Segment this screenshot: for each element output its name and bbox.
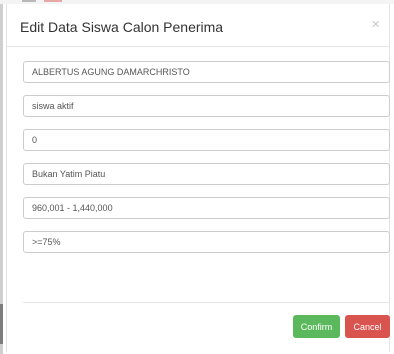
edit-modal: Edit Data Siswa Calon Penerima × Confirm… <box>6 4 390 352</box>
modal-title: Edit Data Siswa Calon Penerima <box>20 19 224 35</box>
close-icon[interactable]: × <box>371 17 380 32</box>
modal-footer: Confirm Cancel <box>23 302 390 353</box>
jumlah-field[interactable] <box>23 129 390 151</box>
background-mark <box>22 0 36 2</box>
confirm-button[interactable]: Confirm <box>293 315 340 338</box>
status-yatim-piatu-field[interactable] <box>23 163 390 185</box>
cancel-button[interactable]: Cancel <box>345 315 390 338</box>
background-page-edge <box>0 4 3 354</box>
modal-header: Edit Data Siswa Calon Penerima × <box>7 4 389 47</box>
background-mark <box>44 0 62 2</box>
kehadiran-field[interactable] <box>23 231 390 253</box>
nama-field[interactable] <box>23 61 390 83</box>
background-mark <box>0 304 3 344</box>
penghasilan-field[interactable] <box>23 197 390 219</box>
status-siswa-field[interactable] <box>23 95 390 117</box>
